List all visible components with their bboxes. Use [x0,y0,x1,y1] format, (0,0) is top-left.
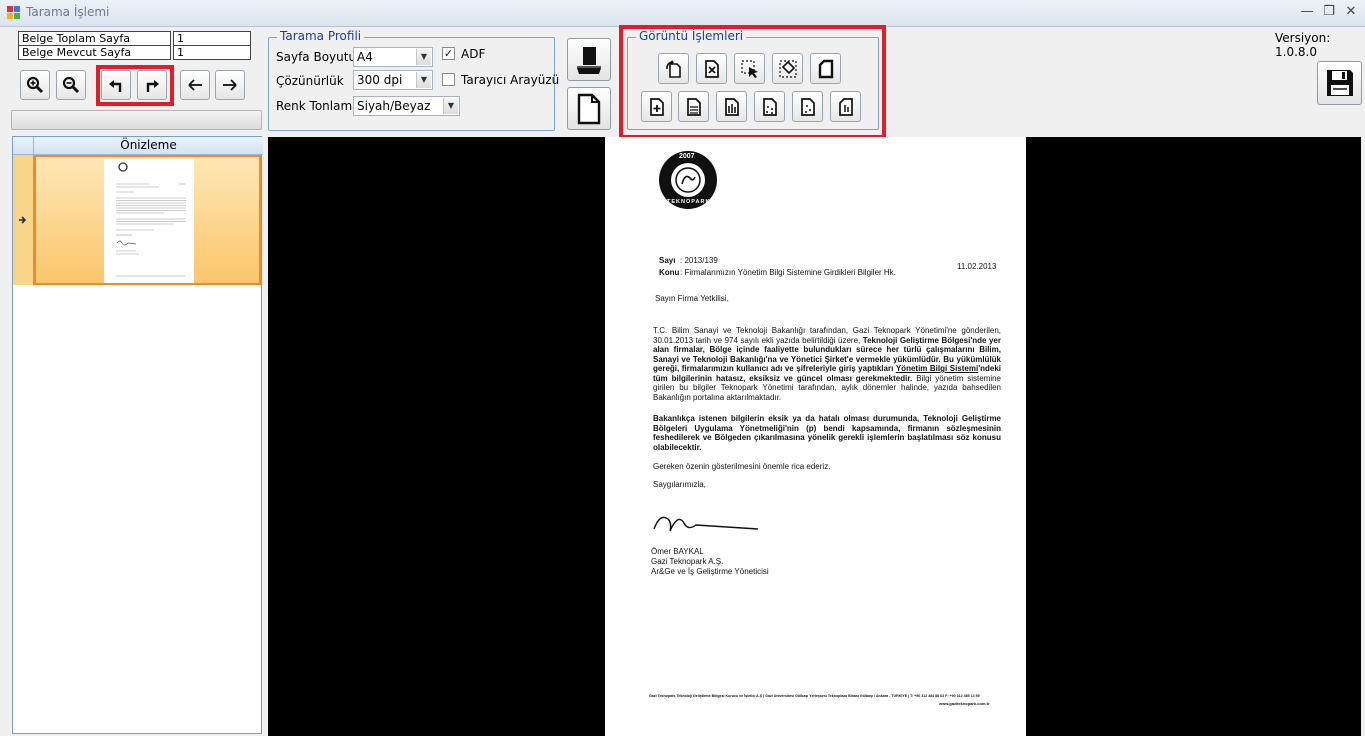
new-document-button[interactable] [567,87,611,130]
minimize-button[interactable]: — [1296,2,1318,22]
current-page-value: 1 [173,45,251,60]
page-size-select[interactable]: A4 ▼ [353,47,433,67]
scan-progress-bar [11,110,262,130]
delete-page-button[interactable] [696,53,727,84]
thumbnail-document-image [116,162,186,277]
close-button[interactable]: ✕ [1340,2,1362,22]
chevron-down-icon[interactable]: ▼ [416,49,431,65]
delete-page-icon [704,59,719,78]
row-pointer-icon [19,216,27,224]
paragraph-1: T.C. Bilim Sanayi ve Teknoloji Bakanlığı… [653,326,1001,402]
page-thumbnail-row[interactable] [34,155,261,285]
eraser-icon [778,59,797,78]
greeting: Sayın Firma Yetkilisi, [655,294,729,303]
color-mode-label: Renk Tonlama [276,99,360,113]
signer-company: Gazi Teknopark A.Ş. [651,557,724,566]
floppy-disk-icon [1326,70,1353,96]
arrow-right-icon [223,79,237,91]
adf-checkbox[interactable]: ✓ [442,47,455,60]
document-page[interactable]: 2007 TEKNOPARK Sayı : 2013/139 11.02.201… [605,137,1026,736]
page-thumbnail [104,159,194,283]
noise-page-icon [762,97,777,116]
maximize-button[interactable]: ❐ [1318,2,1340,22]
grid-corner [13,137,33,155]
sayi-label: Sayı [659,256,676,265]
rotate-highlight-box [96,65,174,106]
total-pages-label: Belge Toplam Sayfa [18,31,171,46]
scan-button[interactable] [567,38,611,81]
total-pages-value: 1 [173,31,251,46]
crop-page-button[interactable] [830,91,861,122]
chevron-down-icon[interactable]: ▼ [443,98,458,114]
signer-name: Ömer BAYKAL [651,547,704,556]
despeckle-page-button[interactable] [792,91,823,122]
resolution-select[interactable]: 300 dpi ▼ [353,70,433,90]
signature [653,516,759,532]
paragraph-3: Gereken özenin gösterilmesini önemle ric… [653,462,831,471]
ybs-link: Yönetim Bilgi Sistemi [895,364,979,373]
viewer-right-margin [1026,137,1361,736]
zoom-out-icon [62,76,80,94]
app-icon [7,6,20,19]
zoom-in-button[interactable] [20,70,50,100]
scan-profile-title: Tarama Profili [277,29,365,43]
blank-page-icon [577,93,601,124]
resolution-label: Çözünürlük [276,74,344,88]
sayi-value: : 2013/139 [680,256,718,265]
zoom-out-button[interactable] [56,70,86,100]
select-area-button[interactable] [734,53,765,84]
chevron-down-icon[interactable]: ▼ [416,72,431,88]
columns-page-button[interactable] [716,91,747,122]
preview-grid[interactable]: Önizleme [12,136,263,734]
scanner-ui-label: Tarayıcı Arayüzü [461,73,560,87]
scanner-icon [577,46,601,74]
color-mode-value: Siyah/Beyaz [357,99,431,113]
color-mode-select[interactable]: Siyah/Beyaz ▼ [353,96,460,116]
window-title: Tarama İşlemi [26,5,110,19]
page-icon [818,59,833,78]
viewer-left-margin [268,137,605,736]
footer-website: www.gaziteknopark.com.tr [939,701,990,706]
crop-page-icon [838,97,853,116]
row-selector[interactable] [13,155,34,285]
text-page-button[interactable] [678,91,709,122]
konu-label: Konu [659,268,680,277]
save-button[interactable] [1317,61,1362,105]
resolution-value: 300 dpi [357,73,403,87]
add-page-button[interactable] [641,91,672,122]
konu-value: : Firmalarımızın Yönetim Bilgi Sistemine… [680,268,896,277]
page-button[interactable] [810,53,841,84]
logo-year: 2007 [679,153,695,160]
paragraph-2: Bakanlıkça istenen bilgilerin eksik ya d… [653,414,1004,452]
selection-cursor-icon [740,59,758,78]
logo-text: TEKNOPARK [667,199,711,205]
page-size-label: Sayfa Boyutu [276,50,357,64]
despeckle-page-icon [800,97,815,116]
next-page-button[interactable] [215,70,245,100]
erase-button[interactable] [772,53,803,84]
page-size-value: A4 [357,50,373,64]
previous-page-button[interactable] [180,70,210,100]
columns-page-icon [724,97,739,116]
scanner-ui-checkbox[interactable] [442,73,455,86]
noise-page-button[interactable] [754,91,785,122]
version-label: Versiyon: 1.0.8.0 [1275,31,1331,59]
add-page-icon [649,97,664,116]
signer-title: Ar&Ge ve İş Geliştirme Yöneticisi [651,567,769,576]
arrow-left-icon [188,79,202,91]
current-page-label: Belge Mevcut Sayfa [18,45,171,60]
text-page-icon [686,97,701,116]
title-bar: Tarama İşlemi — ❐ ✕ [0,0,1365,27]
closing: Saygılarımızla, [653,480,706,489]
zoom-in-icon [26,76,44,94]
document-date: 11.02.2013 [957,262,997,271]
preview-column-header[interactable]: Önizleme [33,137,263,155]
adf-label: ADF [461,47,486,61]
rotate-page-icon [665,59,681,78]
rotate-page-button[interactable] [658,53,689,84]
footer-address: Gazi Teknopark Teknoloji Geliştirme Bölg… [649,694,980,698]
